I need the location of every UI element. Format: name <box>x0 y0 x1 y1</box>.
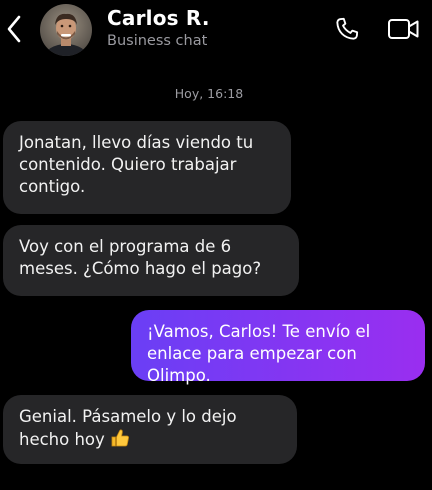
incoming-message-bubble[interactable]: Genial. Pásamelo y lo dejo hecho hoy <box>3 395 297 464</box>
back-button[interactable] <box>0 12 28 46</box>
message-text: ¡Vamos, Carlos! Te envío el enlace para … <box>147 322 371 385</box>
avatar[interactable] <box>40 4 92 56</box>
chevron-left-icon <box>7 15 21 43</box>
phone-icon <box>336 17 359 40</box>
message-timestamp: Hoy, 16:18 <box>174 86 244 101</box>
contact-name[interactable]: Carlos R. <box>107 6 210 30</box>
video-camera-icon <box>388 19 419 39</box>
call-button[interactable] <box>330 12 364 46</box>
incoming-message-bubble[interactable]: Voy con el programa de 6 meses. ¿Cómo ha… <box>3 225 299 296</box>
contact-subtitle: Business chat <box>107 33 208 49</box>
message-text: Jonatan, llevo días viendo tu contenido.… <box>19 133 254 196</box>
outgoing-message-bubble[interactable]: ¡Vamos, Carlos! Te envío el enlace para … <box>131 310 425 385</box>
thumbs-up-icon <box>110 428 130 454</box>
message-text: Voy con el programa de 6 meses. ¿Cómo ha… <box>19 237 262 278</box>
incoming-message-bubble[interactable]: Jonatan, llevo días viendo tu contenido.… <box>3 121 291 214</box>
chat-header: Carlos R. Business chat <box>0 0 432 62</box>
video-call-button[interactable] <box>384 12 424 46</box>
